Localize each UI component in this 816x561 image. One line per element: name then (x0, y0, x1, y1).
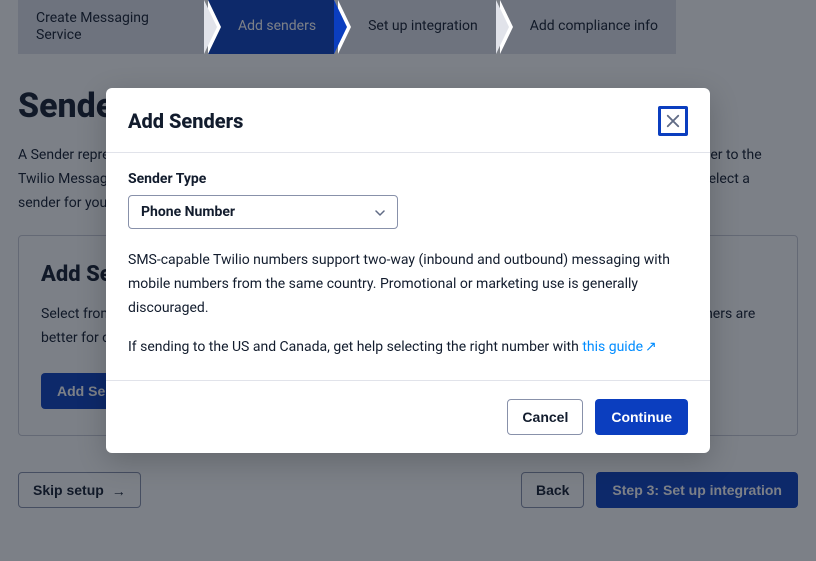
chevron-down-icon (375, 206, 385, 219)
sender-type-value: Phone Number (141, 204, 235, 220)
close-button[interactable] (658, 106, 688, 136)
modal-description-1: SMS-capable Twilio numbers support two-w… (128, 249, 688, 320)
close-icon (664, 112, 682, 130)
this-guide-link[interactable]: this guide ↗ (582, 339, 656, 355)
modal-para2-prefix: If sending to the US and Canada, get hel… (128, 339, 582, 355)
cancel-button[interactable]: Cancel (507, 399, 583, 435)
sender-type-label: Sender Type (128, 171, 688, 187)
modal-overlay: Add Senders Sender Type Phone Number SMS… (0, 0, 816, 561)
modal-title: Add Senders (128, 109, 243, 133)
add-senders-modal: Add Senders Sender Type Phone Number SMS… (106, 88, 710, 453)
continue-button[interactable]: Continue (595, 399, 688, 435)
external-link-icon: ↗ (645, 336, 657, 360)
sender-type-select[interactable]: Phone Number (128, 195, 398, 229)
modal-description-2: If sending to the US and Canada, get hel… (128, 336, 688, 360)
